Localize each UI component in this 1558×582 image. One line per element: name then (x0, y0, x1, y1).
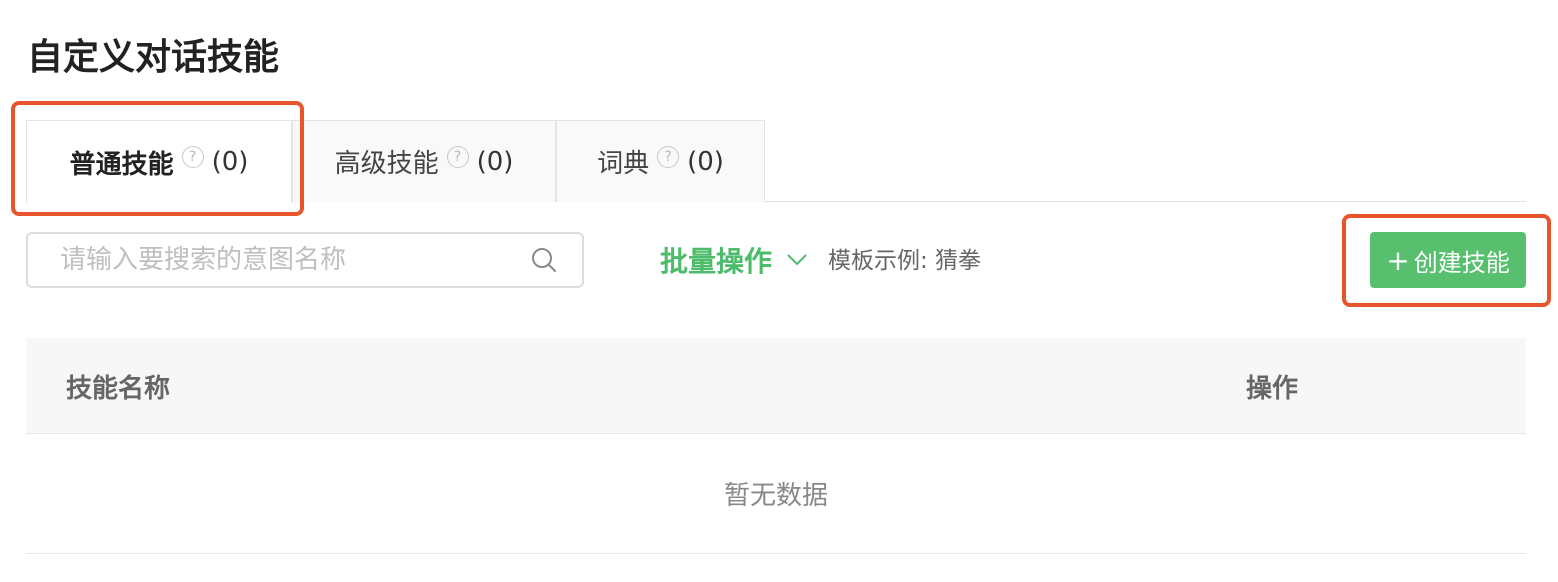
tab-label: 普通技能 (69, 149, 174, 180)
column-header-operations: 操作 (1246, 373, 1299, 404)
question-circle-icon[interactable]: ? (181, 146, 204, 168)
tab-count: (0) (687, 146, 724, 177)
batch-operations-dropdown[interactable]: 批量操作 (660, 240, 808, 280)
template-example-link[interactable]: 模板示例: 猜拳 (828, 243, 981, 279)
batch-operations-label: 批量操作 (660, 245, 773, 278)
tab-label: 词典 (597, 149, 650, 179)
search-box (26, 232, 584, 288)
plus-icon: + (1386, 243, 1410, 277)
page: 自定义对话技能 普通技能 ? (0) 高级技能 ? (0) 词典 ? (0) 批… (0, 0, 1558, 582)
tab-count: (0) (476, 146, 514, 177)
search-input[interactable] (28, 234, 524, 286)
tab-normal-skills[interactable]: 普通技能 ? (0) (26, 120, 292, 203)
table-header: 技能名称 操作 (26, 338, 1526, 434)
skill-tabs: 普通技能 ? (0) 高级技能 ? (0) 词典 ? (0) (26, 120, 1526, 203)
question-circle-icon[interactable]: ? (657, 145, 680, 168)
skills-table: 技能名称 操作 暂无数据 (26, 338, 1526, 554)
tab-advanced-skills[interactable]: 高级技能 ? (0) (292, 120, 556, 202)
question-circle-icon[interactable]: ? (446, 145, 469, 168)
chevron-down-icon (786, 253, 808, 267)
column-header-skill-name: 技能名称 (66, 373, 171, 404)
create-skill-button[interactable]: + 创建技能 (1370, 232, 1526, 288)
empty-state: 暂无数据 (26, 434, 1526, 554)
search-icon[interactable] (524, 240, 564, 280)
page-title: 自定义对话技能 (27, 37, 280, 78)
tab-count: (0) (211, 147, 249, 177)
create-skill-label: 创建技能 (1413, 248, 1510, 277)
tab-dictionary[interactable]: 词典 ? (0) (556, 120, 765, 202)
tab-label: 高级技能 (334, 149, 439, 179)
